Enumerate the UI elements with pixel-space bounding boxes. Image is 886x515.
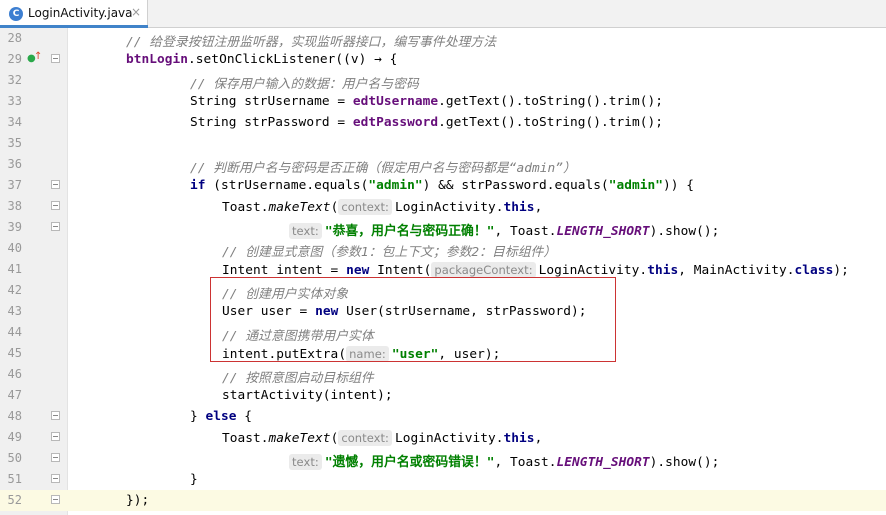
code-line: 48 } else { <box>0 406 886 427</box>
up-arrow-icon: ↑ <box>34 51 43 62</box>
line-number: 49 <box>7 430 22 444</box>
line-number: 33 <box>7 94 22 108</box>
code-text: }); <box>126 493 150 508</box>
parameter-hint: packageContext: <box>431 262 536 278</box>
code-line: 37 if (strUsername.equals("admin") && st… <box>0 175 886 196</box>
code-line: 51 } <box>0 469 886 490</box>
line-number: 38 <box>7 199 22 213</box>
comment: // 保存用户输入的数据：用户名与密码 <box>190 77 419 92</box>
line-number: 50 <box>7 451 22 465</box>
tab-title: LoginActivity.java <box>28 6 133 20</box>
line-number: 47 <box>7 388 22 402</box>
fold-icon[interactable] <box>51 411 60 420</box>
code-text: Toast.makeText(context: LoginActivity.thi… <box>222 199 543 215</box>
code-text: text: "恭喜，用户名与密码正确！", Toast.LENGTH_SHORT)… <box>289 220 719 239</box>
line-number: 46 <box>7 367 22 381</box>
code-text: String strUsername = edtUsername.getText… <box>190 94 664 109</box>
code-line: 32 // 保存用户输入的数据：用户名与密码 <box>0 70 886 92</box>
code-line: 50 text: "遗憾，用户名或密码错误！", Toast.LENGTH_SHO… <box>0 448 886 470</box>
line-number: 34 <box>7 115 22 129</box>
fold-icon[interactable] <box>51 453 60 462</box>
line-number: 29 <box>7 52 22 66</box>
code-line: 38 Toast.makeText(context: LoginActivity.… <box>0 196 886 217</box>
line-number: 36 <box>7 157 22 171</box>
line-number: 43 <box>7 304 22 318</box>
code-line: 28 // 给登录按钮注册监听器，实现监听器接口，编写事件处理方法 <box>0 28 886 50</box>
code-line: 35 <box>0 133 886 154</box>
fold-icon[interactable] <box>51 201 60 210</box>
editor-tab-bar: C LoginActivity.java × <box>0 0 886 28</box>
line-number: 32 <box>7 73 22 87</box>
line-number: 51 <box>7 472 22 486</box>
line-number: 44 <box>7 325 22 339</box>
code-line: 33 String strUsername = edtUsername.getT… <box>0 91 886 112</box>
code-line: 49 Toast.makeText(context: LoginActivity.… <box>0 427 886 448</box>
code-text: btnLogin.setOnClickListener((v) → { <box>126 52 398 67</box>
parameter-hint: context: <box>338 430 392 446</box>
parameter-hint: text: <box>289 454 322 470</box>
code-text: if (strUsername.equals("admin") && strPa… <box>190 178 695 193</box>
fold-icon[interactable] <box>51 495 60 504</box>
line-number: 41 <box>7 262 22 276</box>
highlight-box <box>210 277 616 362</box>
comment: // 创建显式意图（参数1：包上下文；参数2：目标组件） <box>222 245 557 260</box>
code-line-current: 52 }); <box>0 490 886 511</box>
line-number: 42 <box>7 283 22 297</box>
line-number: 48 <box>7 409 22 423</box>
code-text: String strPassword = edtPassword.getText… <box>190 115 664 130</box>
code-line: 40 // 创建显式意图（参数1：包上下文；参数2：目标组件） <box>0 238 886 260</box>
comment: // 判断用户名与密码是否正确（假定用户名与密码都是“admin”） <box>190 161 576 176</box>
comment: // 给登录按钮注册监听器，实现监听器接口，编写事件处理方法 <box>126 35 497 50</box>
line-number: 40 <box>7 241 22 255</box>
line-number: 35 <box>7 136 22 150</box>
code-text: text: "遗憾，用户名或密码错误！", Toast.LENGTH_SHORT)… <box>289 451 719 470</box>
code-text: } <box>190 472 198 487</box>
code-text: startActivity(intent); <box>222 388 393 403</box>
parameter-hint: text: <box>289 223 322 239</box>
fold-icon[interactable] <box>51 54 60 63</box>
line-number: 39 <box>7 220 22 234</box>
line-number: 37 <box>7 178 22 192</box>
code-line: 36 // 判断用户名与密码是否正确（假定用户名与密码都是“admin”） <box>0 154 886 176</box>
code-line: 47 startActivity(intent); <box>0 385 886 406</box>
code-line: 29 ● ↑ btnLogin.setOnClickListener((v) →… <box>0 49 886 70</box>
line-number: 28 <box>7 31 22 45</box>
code-line: 46 // 按照意图启动目标组件 <box>0 364 886 386</box>
code-text: } else { <box>190 409 253 424</box>
parameter-hint: context: <box>338 199 392 215</box>
fold-icon[interactable] <box>51 474 60 483</box>
close-icon[interactable]: × <box>131 5 141 19</box>
code-editor[interactable]: 28 // 给登录按钮注册监听器，实现监听器接口，编写事件处理方法 29 ● ↑… <box>0 28 886 511</box>
code-text: Intent intent = new Intent(packageContex… <box>222 262 849 278</box>
fold-icon[interactable] <box>51 222 60 231</box>
line-number: 52 <box>7 493 22 507</box>
comment: // 按照意图启动目标组件 <box>222 371 374 386</box>
fold-icon[interactable] <box>51 432 60 441</box>
code-text: Toast.makeText(context: LoginActivity.thi… <box>222 430 543 446</box>
line-number: 45 <box>7 346 22 360</box>
fold-icon[interactable] <box>51 180 60 189</box>
code-line: 34 String strPassword = edtPassword.getT… <box>0 112 886 133</box>
code-line: 39 text: "恭喜，用户名与密码正确！", Toast.LENGTH_SHO… <box>0 217 886 239</box>
tab-login-activity[interactable]: C LoginActivity.java × <box>0 0 148 28</box>
java-class-icon: C <box>9 7 23 21</box>
